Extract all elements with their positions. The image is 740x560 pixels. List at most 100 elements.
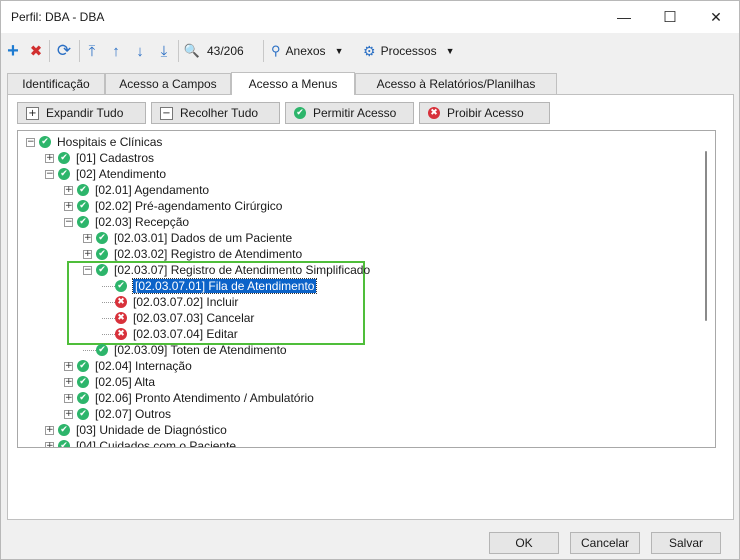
toolbar-separator	[178, 40, 179, 62]
tree-node[interactable]: − ✔ Hospitais e Clínicas	[26, 134, 162, 150]
tree-node[interactable]: + ✔ [02.04] Internação	[64, 358, 192, 374]
allow-access-button[interactable]: ✔ Permitir Acesso	[285, 102, 414, 124]
collapse-node-icon[interactable]: −	[26, 137, 35, 147]
close-button[interactable]: ✕	[693, 1, 739, 33]
expand-node-icon[interactable]: +	[64, 185, 73, 195]
collapse-node-icon[interactable]: −	[45, 169, 54, 179]
tree-node-label[interactable]: [04] Cuidados com o Paciente	[76, 439, 236, 447]
expand-node-icon[interactable]: +	[64, 361, 73, 371]
tree-node[interactable]: ✔ [02.03.07.01] Fila de Atendimento	[102, 278, 318, 294]
tree-node-label[interactable]: [02.03.01] Dados de um Paciente	[114, 231, 292, 245]
tree-node-label[interactable]: [02.02] Pré-agendamento Cirúrgico	[95, 199, 282, 213]
expand-node-icon[interactable]: +	[45, 425, 54, 435]
previous-record-button[interactable]: ↑	[108, 41, 124, 61]
allowed-check-icon: ✔	[77, 408, 89, 420]
collapse-node-icon[interactable]: −	[64, 217, 73, 227]
tab-identificacao[interactable]: Identificação	[7, 73, 105, 94]
tree-node-label[interactable]: [03] Unidade de Diagnóstico	[76, 423, 227, 437]
tree-node-label[interactable]: [02.03.07] Registro de Atendimento Simpl…	[114, 263, 370, 277]
processes-menu[interactable]: ⚙ Processos ▼	[363, 41, 461, 61]
toolbar: + ✖ ⟳ ⤒ ↑ ↓ ⤓ 🔍 43/206 ⚲ Anexos ▼ ⚙ Proc…	[1, 34, 739, 68]
tree-node-label[interactable]: [02.01] Agendamento	[95, 183, 209, 197]
tree-node-label[interactable]: [02.07] Outros	[95, 407, 171, 421]
allowed-check-icon: ✔	[115, 280, 127, 292]
save-button[interactable]: Salvar	[651, 532, 721, 554]
vertical-scrollbar[interactable]	[705, 151, 707, 321]
tree-node-label[interactable]: [02.03] Recepção	[95, 215, 189, 229]
first-record-button[interactable]: ⤒	[84, 41, 100, 61]
ok-button[interactable]: OK	[489, 532, 559, 554]
tab-label: Acesso a Campos	[119, 77, 217, 91]
tree-node[interactable]: ✖ [02.03.07.04] Editar	[102, 326, 238, 342]
tree-node[interactable]: + ✔ [02.02] Pré-agendamento Cirúrgico	[64, 198, 282, 214]
profile-window: Perfil: DBA - DBA — ☐ ✕ + ✖ ⟳ ⤒ ↑ ↓ ⤓ 🔍 …	[0, 0, 740, 560]
tree-node[interactable]: ✔ [02.03.09] Toten de Atendimento	[83, 342, 287, 358]
tab-acesso-campos[interactable]: Acesso a Campos	[105, 73, 231, 94]
tree-node-label[interactable]: Hospitais e Clínicas	[57, 135, 162, 149]
cancel-button[interactable]: Cancelar	[570, 532, 640, 554]
expand-node-icon[interactable]: +	[45, 153, 54, 163]
tree-node-label[interactable]: [02.03.07.01] Fila de Atendimento	[131, 278, 318, 294]
delete-button[interactable]: ✖	[28, 41, 44, 61]
refresh-button[interactable]: ⟳	[55, 41, 73, 61]
last-record-button[interactable]: ⤓	[156, 41, 172, 61]
tab-acesso-menus[interactable]: Acesso a Menus	[231, 72, 355, 95]
tree-node-label[interactable]: [01] Cadastros	[76, 151, 154, 165]
tab-label: Acesso à Relatórios/Planilhas	[376, 77, 536, 91]
tree-node[interactable]: + ✔ [03] Unidade de Diagnóstico	[45, 422, 227, 438]
tree-node[interactable]: + ✔ [02.07] Outros	[64, 406, 171, 422]
tree-node[interactable]: + ✔ [02.01] Agendamento	[64, 182, 209, 198]
tree-connector	[102, 333, 115, 335]
minimize-button[interactable]: —	[601, 1, 647, 33]
tree-node[interactable]: + ✔ [04] Cuidados com o Paciente	[45, 438, 236, 447]
maximize-button[interactable]: ☐	[647, 1, 693, 33]
expand-all-button[interactable]: + Expandir Tudo	[17, 102, 146, 124]
collapse-all-button[interactable]: − Recolher Tudo	[151, 102, 280, 124]
next-record-button[interactable]: ↓	[132, 41, 148, 61]
expand-node-icon[interactable]: +	[45, 441, 54, 447]
expand-node-icon[interactable]: +	[64, 409, 73, 419]
search-button[interactable]: 🔍	[183, 41, 201, 61]
toolbar-separator	[263, 40, 264, 62]
collapse-node-icon[interactable]: −	[83, 265, 92, 275]
expand-node-icon[interactable]: +	[83, 233, 92, 243]
tree-node[interactable]: + ✔ [01] Cadastros	[45, 150, 154, 166]
tree-node-label[interactable]: [02.05] Alta	[95, 375, 155, 389]
tree-connector	[102, 301, 115, 303]
dropdown-arrow-icon: ▼	[445, 46, 455, 56]
tree-node[interactable]: − ✔ [02.03] Recepção	[64, 214, 189, 230]
tree-node[interactable]: ✖ [02.03.07.03] Cancelar	[102, 310, 254, 326]
tree-node-label[interactable]: [02.03.07.02] Incluir	[133, 295, 238, 309]
tree-node[interactable]: + ✔ [02.05] Alta	[64, 374, 155, 390]
tree-node[interactable]: + ✔ [02.06] Pronto Atendimento / Ambulatór…	[64, 390, 314, 406]
tree-node-label[interactable]: [02.03.07.04] Editar	[133, 327, 238, 341]
attachments-menu[interactable]: ⚲ Anexos ▼	[271, 41, 355, 61]
tree-node-label[interactable]: [02.03.02] Registro de Atendimento	[114, 247, 302, 261]
tree-node[interactable]: + ✔ [02.03.01] Dados de um Paciente	[83, 230, 292, 246]
allowed-check-icon: ✔	[77, 360, 89, 372]
tab-acesso-relatorios[interactable]: Acesso à Relatórios/Planilhas	[355, 73, 557, 94]
expand-node-icon[interactable]: +	[64, 377, 73, 387]
menu-access-tree[interactable]: − ✔ Hospitais e Clínicas + ✔ [01] Cadastros − ✔…	[17, 130, 716, 448]
refresh-icon: ⟳	[56, 41, 72, 60]
allow-access-label: Permitir Acesso	[313, 106, 397, 120]
tree-node[interactable]: + ✔ [02.03.02] Registro de Atendimento	[83, 246, 302, 262]
expand-node-icon[interactable]: +	[64, 393, 73, 403]
add-button[interactable]: +	[5, 40, 21, 62]
record-counter: 43/206	[207, 44, 244, 58]
deny-access-button[interactable]: ✖ Proibir Acesso	[419, 102, 550, 124]
tree-node-label[interactable]: [02] Atendimento	[76, 167, 166, 181]
tree-node-label[interactable]: [02.03.07.03] Cancelar	[133, 311, 254, 325]
allowed-check-icon: ✔	[58, 440, 70, 447]
denied-x-icon: ✖	[115, 312, 127, 324]
tree-node-label[interactable]: [02.03.09] Toten de Atendimento	[114, 343, 287, 357]
tree-node[interactable]: − ✔ [02.03.07] Registro de Atendimento Sim…	[83, 262, 370, 278]
arrow-up-icon: ↑	[112, 42, 120, 60]
tree-connector	[102, 317, 115, 319]
expand-node-icon[interactable]: +	[83, 249, 92, 259]
tree-node-label[interactable]: [02.06] Pronto Atendimento / Ambulatório	[95, 391, 314, 405]
tree-node-label[interactable]: [02.04] Internação	[95, 359, 192, 373]
tree-node[interactable]: − ✔ [02] Atendimento	[45, 166, 166, 182]
expand-node-icon[interactable]: +	[64, 201, 73, 211]
tree-node[interactable]: ✖ [02.03.07.02] Incluir	[102, 294, 238, 310]
